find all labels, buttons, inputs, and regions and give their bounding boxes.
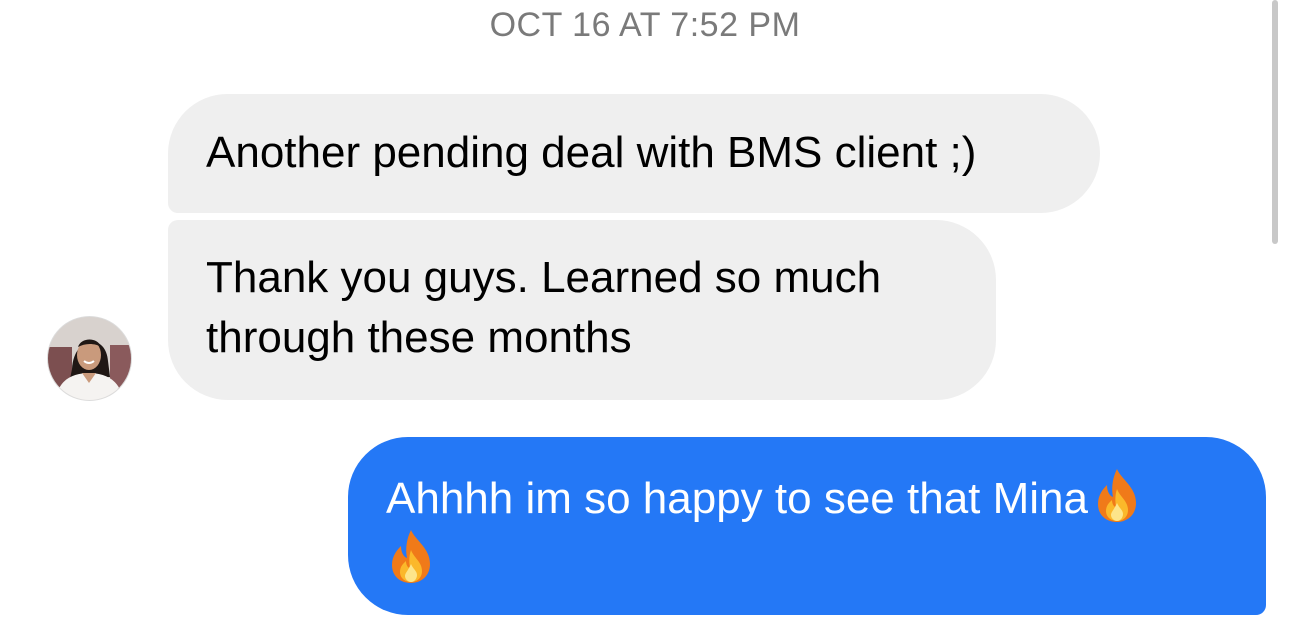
message-text: Ahhhh im so happy to see that Mina xyxy=(386,474,1088,523)
outgoing-message-bubble[interactable]: Ahhhh im so happy to see that Mina xyxy=(348,437,1266,615)
chat-thread: OCT 16 AT 7:52 PM Another pending deal w… xyxy=(0,0,1290,619)
fire-emoji-icon xyxy=(392,530,430,583)
avatar-photo xyxy=(48,317,131,400)
message-content: Ahhhh im so happy to see that Mina xyxy=(386,467,1236,589)
incoming-message-bubble[interactable]: Another pending deal with BMS client ;) xyxy=(168,94,1100,213)
fire-emoji-icon xyxy=(1097,469,1136,522)
message-text: Thank you guys. Learned so much through … xyxy=(206,253,882,362)
message-timestamp: OCT 16 AT 7:52 PM xyxy=(489,6,801,44)
message-text: Another pending deal with BMS client ;) xyxy=(206,128,977,177)
incoming-message-bubble[interactable]: Thank you guys. Learned so much through … xyxy=(168,220,996,400)
contact-avatar[interactable] xyxy=(48,317,131,400)
scrollbar[interactable] xyxy=(1272,0,1278,244)
